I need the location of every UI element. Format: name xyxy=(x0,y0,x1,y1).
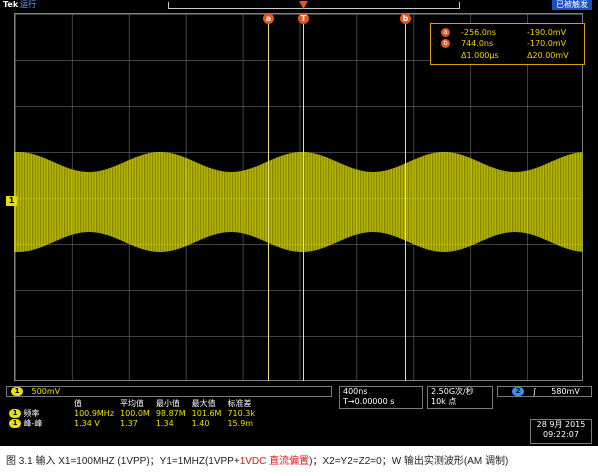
am-waveform xyxy=(14,152,583,252)
measurement-row: 1 峰-峰 1.34 V 1.37 1.34 1.40 15.9m xyxy=(6,419,258,429)
header-min: 最小值 xyxy=(155,399,180,408)
oscilloscope-screen: Tek 运行 已被触发 a T b a -256.0ns -190.0mV b 7… xyxy=(0,0,598,446)
delta-time: Δ1.000μs xyxy=(461,51,499,60)
cursor-a-line[interactable] xyxy=(268,13,269,381)
figure-caption: 图 3.1 输入 X1=100MHZ (1VPP)；Y1=1MHZ(1VPP+1… xyxy=(6,456,509,467)
caption-highlight: 1VDC 直流偏置 xyxy=(239,456,310,467)
datetime-box: 28 9月 2015 09:22:07 xyxy=(530,419,592,444)
cursor-b-voltage: -170.0mV xyxy=(527,39,567,48)
trigger-line xyxy=(303,13,304,381)
measurement-header-row: 值 平均值 最小值 最大值 标准差 xyxy=(6,399,258,409)
measurement-mean: 1.37 xyxy=(120,419,138,428)
timebase-scale: 400ns xyxy=(343,387,368,396)
cursor-a-time: -256.0ns xyxy=(461,28,497,37)
cursor-readout: a -256.0ns -190.0mV b 744.0ns -170.0mV Δ… xyxy=(430,23,585,65)
delta-voltage: Δ20.00mV xyxy=(527,51,569,60)
channel1-scale: 500mV xyxy=(31,387,61,396)
waveform-envelope xyxy=(14,152,582,252)
cursor-b-badge: b xyxy=(441,39,450,48)
sample-rate: 2.50G次/秒 xyxy=(431,387,474,396)
date-label: 28 9月 2015 xyxy=(536,420,586,429)
trigger-slope-icon: ∫ xyxy=(532,387,537,396)
cursor-b-time: 744.0ns xyxy=(461,39,494,48)
measurement-min: 98.87M xyxy=(155,409,186,418)
record-length: 10k 点 xyxy=(431,397,457,406)
cursor-a-badge: a xyxy=(441,28,450,37)
header-max: 最大值 xyxy=(191,399,216,408)
header-stddev: 标准差 xyxy=(227,399,252,408)
measurement-max: 1.40 xyxy=(191,419,210,428)
measurement-channel-badge: 1 xyxy=(9,409,21,418)
trigger-source-badge: 2 xyxy=(512,387,524,396)
cursor-a-marker[interactable]: a xyxy=(263,13,274,24)
measurement-stddev: 15.9m xyxy=(227,419,254,428)
cursor-b-marker[interactable]: b xyxy=(400,13,411,24)
measurement-mean: 100.0M xyxy=(120,409,150,418)
measurement-name: 频率 xyxy=(23,409,40,418)
header-value: 值 xyxy=(74,399,82,408)
trigger-panel[interactable]: 2 ∫ 580mV xyxy=(497,386,592,397)
measurement-value: 1.34 V xyxy=(74,419,100,428)
horizontal-position: T→0.00000 s xyxy=(343,397,395,406)
channel1-scale-panel[interactable]: 1 500mV xyxy=(6,386,332,397)
measurement-channel-badge: 1 xyxy=(9,419,21,428)
measurement-table: 值 平均值 最小值 最大值 标准差 1 频率 100.9MHz 100.0M 9… xyxy=(6,399,336,443)
channel1-ground-marker[interactable]: 1 xyxy=(6,196,17,206)
measurement-value: 100.9MHz xyxy=(74,409,115,418)
acquisition-panel[interactable]: 2.50G次/秒 10k 点 xyxy=(427,386,493,409)
record-view-bar xyxy=(168,2,460,9)
trigger-position-icon xyxy=(299,1,308,9)
trigger-level: 580mV xyxy=(551,387,580,396)
brand-label: Tek 运行 xyxy=(3,0,37,9)
measurement-stddev: 710.3k xyxy=(227,409,256,418)
cursor-b-line[interactable] xyxy=(405,13,406,381)
timebase-panel[interactable]: 400ns T→0.00000 s xyxy=(339,386,423,409)
measurement-max: 101.6M xyxy=(191,409,222,418)
cursor-a-voltage: -190.0mV xyxy=(527,28,567,37)
header-mean: 平均值 xyxy=(120,399,145,408)
trigger-status: 已被触发 xyxy=(552,0,592,10)
time-label: 09:22:07 xyxy=(543,430,579,439)
measurement-min: 1.34 xyxy=(155,419,174,428)
channel1-badge: 1 xyxy=(11,387,23,396)
measurement-row: 1 频率 100.9MHz 100.0M 98.87M 101.6M 710.3… xyxy=(6,409,258,419)
measurement-name: 峰-峰 xyxy=(23,419,43,428)
run-status: 运行 xyxy=(20,0,37,9)
